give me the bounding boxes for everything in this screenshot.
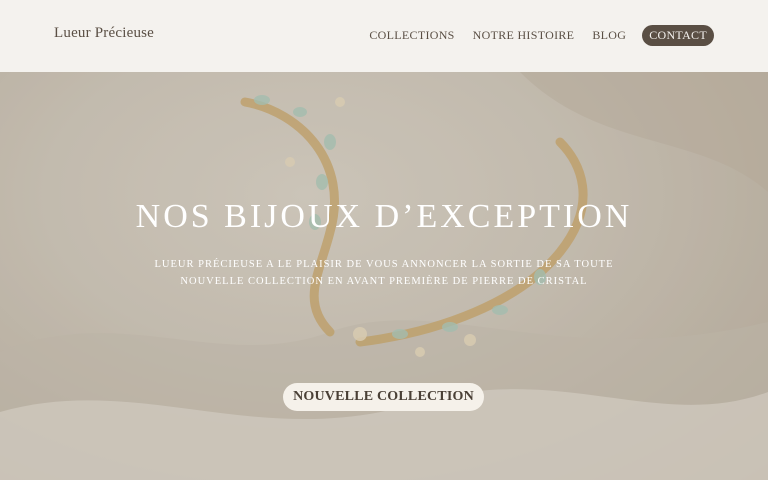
nav-link-blog[interactable]: BLOG (592, 28, 626, 43)
contact-button[interactable]: CONTACT (642, 25, 714, 46)
hero-section: NOS BIJOUX D’EXCEPTION LUEUR PRÉCIEUSE A… (0, 72, 768, 480)
nav-link-notre-histoire[interactable]: NOTRE HISTOIRE (473, 28, 575, 43)
hero-subtitle-line: LUEUR PRÉCIEUSE A LE PLAISIR DE VOUS ANN… (154, 259, 614, 270)
new-collection-button[interactable]: NOUVELLE COLLECTION (283, 383, 484, 411)
site-header: Lueur Précieuse COLLECTIONS NOTRE HISTOI… (0, 0, 768, 72)
hero-subtitle-line: NOUVELLE COLLECTION EN AVANT PREMIÈRE DE… (180, 276, 588, 287)
hero-title: NOS BIJOUX D’EXCEPTION (135, 198, 633, 235)
main-nav: COLLECTIONS NOTRE HISTOIRE BLOG CONTACT (351, 25, 714, 46)
hero-subtitle: LUEUR PRÉCIEUSE A LE PLAISIR DE VOUS ANN… (0, 256, 768, 290)
nav-link-collections[interactable]: COLLECTIONS (369, 28, 454, 43)
site-logo[interactable]: Lueur Précieuse (54, 25, 154, 42)
